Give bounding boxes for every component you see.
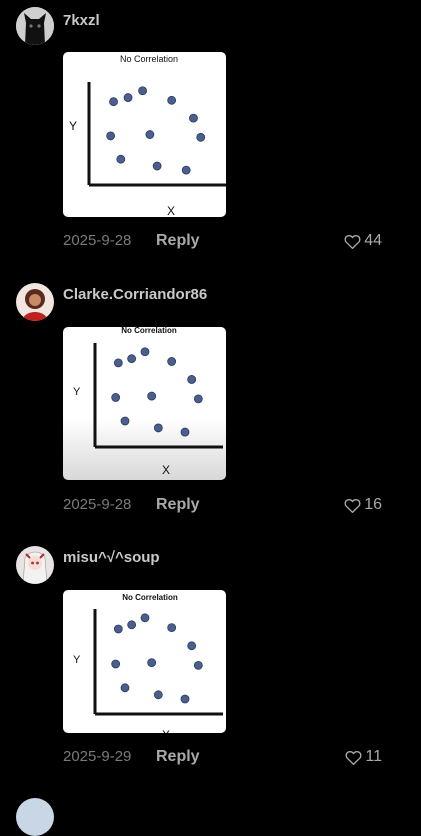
scatter-point [167, 357, 177, 366]
comment-date: 2025-9-29 [63, 748, 132, 765]
scatter-point [127, 354, 137, 364]
scatter-point [123, 93, 133, 102]
scatter-point [180, 427, 190, 437]
chart-title: No Correlation [120, 54, 178, 64]
scatter-points [111, 613, 203, 704]
like-count: 11 [365, 748, 382, 765]
scatter-chart: No Correlation Y X [69, 54, 226, 217]
comment-date: 2025-9-28 [63, 232, 132, 249]
scatter-point [113, 358, 123, 368]
x-axis-label: X [162, 463, 170, 477]
reply-button[interactable]: Reply [156, 232, 200, 250]
comment-meta: 2025-9-28 Reply 16 [63, 496, 382, 516]
reply-button[interactable]: Reply [156, 496, 200, 514]
scatter-points [111, 347, 203, 437]
scatter-point [167, 623, 177, 632]
scatter-point [153, 690, 163, 700]
scatter-point [193, 394, 203, 404]
scatter-point [189, 113, 198, 123]
chart-title: No Correlation [122, 593, 178, 602]
scatter-point [147, 391, 157, 401]
reply-button[interactable]: Reply [156, 748, 200, 766]
username[interactable]: 7kxzl [63, 12, 100, 29]
scatter-point [187, 641, 197, 651]
user-avatar[interactable] [16, 798, 54, 836]
username[interactable]: misu^√^soup [63, 549, 160, 566]
comment-meta: 2025-9-28 Reply 44 [63, 232, 382, 252]
scatter-point [147, 658, 157, 667]
comment-date: 2025-9-28 [63, 496, 132, 513]
y-axis-label: Y [73, 386, 81, 398]
scatter-chart: No Correlation Y X [73, 593, 223, 733]
scatter-point [145, 130, 155, 139]
user-avatar[interactable] [16, 283, 54, 321]
username[interactable]: Clarke.Corriandor86 [63, 286, 207, 303]
scatter-points [106, 86, 206, 175]
scatter-point [167, 95, 177, 105]
like-button[interactable]: 11 [345, 748, 382, 766]
like-count: 16 [364, 496, 382, 513]
chart-title: No Correlation [121, 327, 177, 335]
comment-image[interactable]: No Correlation Y X [63, 52, 226, 217]
scatter-point [193, 661, 203, 670]
scatter-point [113, 624, 123, 634]
scatter-point [140, 347, 150, 357]
comment-meta: 2025-9-29 Reply 11 [63, 748, 382, 768]
scatter-point [153, 423, 163, 433]
scatter-point [111, 659, 121, 669]
x-axis-label: X [162, 728, 170, 733]
scatter-point [181, 165, 191, 175]
scatter-point [120, 416, 130, 426]
y-axis-label: Y [69, 119, 77, 133]
x-axis-label: X [167, 204, 175, 217]
heart-outline-icon [344, 498, 361, 513]
scatter-point [116, 154, 126, 164]
user-avatar[interactable] [16, 7, 54, 45]
user-avatar[interactable] [16, 546, 54, 584]
scatter-point [196, 132, 206, 142]
comment-image[interactable]: No Correlation Y X [63, 327, 226, 480]
scatter-point [109, 97, 118, 107]
heart-outline-icon [345, 750, 362, 765]
scatter-point [127, 620, 137, 630]
scatter-point [140, 613, 150, 623]
like-button[interactable]: 44 [344, 232, 382, 250]
y-axis-label: Y [73, 654, 81, 666]
scatter-point [187, 375, 197, 384]
heart-outline-icon [344, 234, 361, 249]
scatter-chart: No Correlation Y X [73, 327, 223, 477]
comment-image[interactable]: No Correlation Y X [63, 590, 226, 733]
scatter-point [111, 393, 121, 402]
scatter-point [120, 683, 130, 693]
like-count: 44 [364, 232, 382, 249]
scatter-point [180, 694, 190, 704]
scatter-point [138, 86, 147, 96]
scatter-point [152, 161, 162, 171]
like-button[interactable]: 16 [344, 496, 382, 514]
scatter-point [106, 131, 116, 141]
